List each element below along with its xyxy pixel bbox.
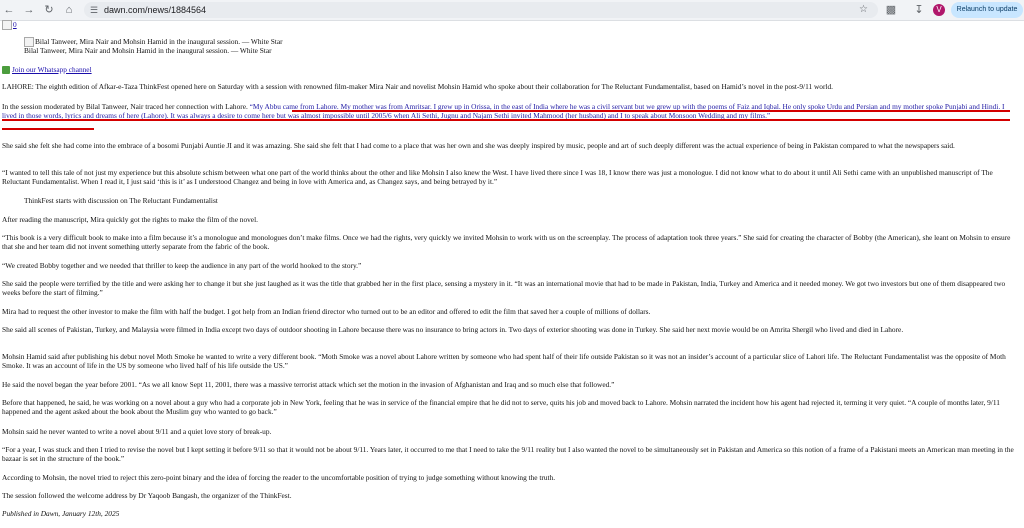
- paragraph-12: Mohsin Hamid said after publishing his d…: [2, 352, 1006, 370]
- published-note: Published in Dawn, January 12th, 2025: [2, 509, 120, 518]
- download-icon[interactable]: ↧: [912, 3, 926, 17]
- whatsapp-icon: [2, 66, 10, 75]
- reload-icon[interactable]: ↻: [42, 3, 56, 17]
- paragraph-1: LAHORE: The eighth edition of Afkar-e-Ta…: [2, 82, 833, 91]
- paragraph-17: According to Mohsin, the novel tried to …: [2, 473, 556, 482]
- inline-image-alt: ThinkFest starts with discussion on The …: [24, 196, 218, 205]
- paragraph-16: “For a year, I was stuck and then I trie…: [2, 445, 1014, 463]
- whatsapp-channel[interactable]: Join our Whatsapp channel: [2, 65, 92, 75]
- paragraph-4: “I wanted to tell this tale of not just …: [2, 168, 993, 186]
- annotation-underline: [292, 110, 1010, 112]
- paragraph-10: Mira had to request the other investor t…: [2, 307, 651, 316]
- paragraph-7: “This book is a very difficult book to m…: [2, 233, 1011, 251]
- back-icon[interactable]: ←: [2, 3, 16, 17]
- home-icon[interactable]: ⌂: [62, 3, 76, 17]
- extensions-icon[interactable]: ▩: [884, 3, 898, 17]
- star-icon[interactable]: ☆: [859, 3, 868, 17]
- paragraph-18: The session followed the welcome address…: [2, 491, 292, 500]
- broken-image-icon: [2, 20, 12, 31]
- top-image-alt: 0: [13, 20, 17, 29]
- whatsapp-link[interactable]: Join our Whatsapp channel: [12, 65, 92, 74]
- paragraph-13: He said the novel began the year before …: [2, 380, 615, 389]
- forward-icon[interactable]: →: [22, 3, 36, 17]
- paragraph-11: She said all scenes of Pakistan, Turkey,…: [2, 325, 904, 334]
- annotation-underline: [2, 128, 94, 130]
- paragraph-2-intro: In the session moderated by Bilal Tanwee…: [2, 102, 248, 111]
- avatar[interactable]: V: [933, 4, 945, 16]
- tune-icon[interactable]: ☰: [90, 3, 98, 17]
- annotation-underline: [2, 119, 1010, 121]
- paragraph-6: After reading the manuscript, Mira quick…: [2, 215, 258, 224]
- article-page: 0 Bilal Tanweer, Mira Nair and Mohsin Ha…: [0, 20, 1024, 528]
- address-bar[interactable]: ☰ dawn.com/news/1884564 ☆: [84, 2, 878, 18]
- paragraph-14: Before that happened, he said, he was wo…: [2, 398, 1000, 416]
- relaunch-button[interactable]: Relaunch to update: [951, 2, 1023, 18]
- url-text[interactable]: dawn.com/news/1884564: [104, 3, 206, 17]
- image-caption: Bilal Tanweer, Mira Nair and Mohsin Hami…: [24, 46, 272, 55]
- caption-image-alt: Bilal Tanweer, Mira Nair and Mohsin Hami…: [35, 37, 283, 46]
- paragraph-3: She said she felt she had come into the …: [2, 141, 955, 150]
- top-image: 0: [2, 20, 17, 31]
- paragraph-8: “We created Bobby together and we needed…: [2, 261, 362, 270]
- paragraph-9: She said the people were terrified by th…: [2, 279, 1006, 297]
- paragraph-15: Mohsin said he never wanted to write a n…: [2, 427, 272, 436]
- browser-toolbar: ← → ↻ ⌂ ☰ dawn.com/news/1884564 ☆ ▩ ↧ V …: [0, 0, 1024, 21]
